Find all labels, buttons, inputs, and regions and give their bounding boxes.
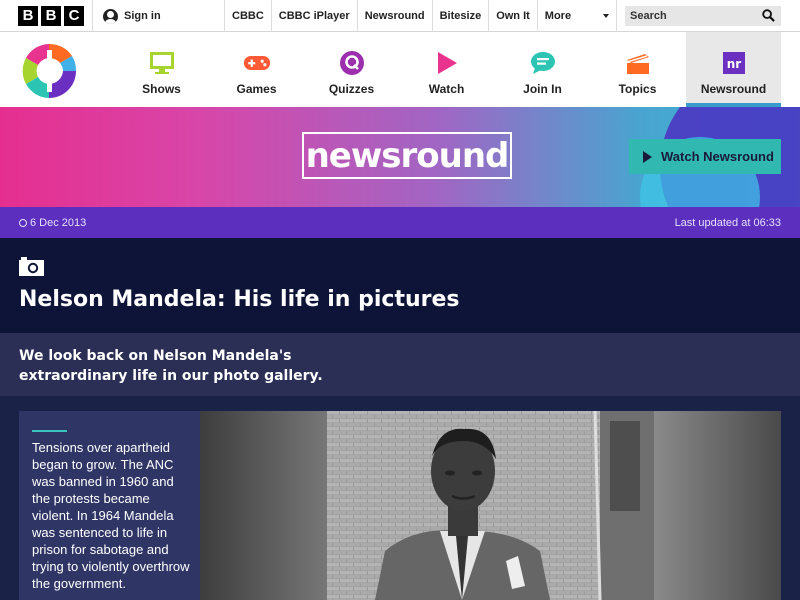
article-date: 6 Dec 2013 bbox=[19, 217, 86, 229]
nav-item-shows[interactable]: Shows bbox=[114, 32, 209, 107]
article-summary: We look back on Nelson Mandela's extraor… bbox=[0, 333, 800, 396]
summary-text: We look back on Nelson Mandela's extraor… bbox=[19, 348, 323, 384]
more-label: More bbox=[544, 10, 572, 22]
gallery-photo[interactable] bbox=[200, 411, 781, 600]
bbc-nav: CBBC CBBC iPlayer Newsround Bitesize Own… bbox=[224, 0, 617, 32]
stack-icon bbox=[624, 49, 652, 77]
headline-area: Nelson Mandela: His life in pictures bbox=[0, 238, 800, 333]
newsround-logo[interactable]: newsround bbox=[302, 132, 512, 179]
cbbc-nav: Shows Games Quizzes Watch Join In Topics… bbox=[0, 32, 800, 107]
nav-label: Shows bbox=[142, 82, 181, 96]
nav-label: Quizzes bbox=[328, 82, 375, 96]
gamepad-icon bbox=[243, 49, 271, 77]
date-strip: 6 Dec 2013 Last updated at 06:33 bbox=[0, 207, 800, 238]
bbc-nav-bitesize[interactable]: Bitesize bbox=[431, 0, 489, 32]
newsround-banner: newsround Watch Newsround bbox=[0, 107, 800, 207]
watch-newsround-button[interactable]: Watch Newsround bbox=[629, 139, 781, 174]
tv-icon bbox=[148, 49, 176, 77]
sign-in-label: Sign in bbox=[124, 10, 161, 22]
bbc-logo[interactable]: B B C bbox=[18, 6, 84, 26]
bbc-logo-letter: B bbox=[41, 6, 61, 26]
nav-label: Newsround bbox=[700, 82, 767, 96]
search-icon[interactable] bbox=[762, 9, 775, 22]
nav-label: Topics bbox=[618, 82, 657, 96]
chevron-down-icon bbox=[602, 14, 609, 18]
bbc-nav-more[interactable]: More bbox=[536, 0, 617, 32]
search-box bbox=[625, 6, 781, 26]
nav-item-quizzes[interactable]: Quizzes bbox=[304, 32, 399, 107]
bbc-logo-letter: C bbox=[64, 6, 84, 26]
watch-newsround-label: Watch Newsround bbox=[661, 149, 774, 164]
bbc-nav-cbbc[interactable]: CBBC bbox=[224, 0, 271, 32]
svg-text:nr: nr bbox=[726, 57, 741, 71]
cbbc-logo[interactable] bbox=[18, 40, 80, 102]
nav-label: Watch bbox=[428, 82, 465, 96]
divider bbox=[92, 0, 93, 32]
user-icon bbox=[103, 8, 118, 24]
clock-icon bbox=[19, 219, 27, 227]
quiz-icon bbox=[338, 49, 366, 77]
play-icon bbox=[433, 49, 461, 77]
date-label: 6 Dec 2013 bbox=[30, 217, 87, 229]
last-updated: Last updated at 06:33 bbox=[674, 217, 781, 229]
bbc-logo-letter: B bbox=[18, 6, 38, 26]
page-title: Nelson Mandela: His life in pictures bbox=[19, 287, 460, 312]
nav-item-games[interactable]: Games bbox=[209, 32, 304, 107]
bbc-top-bar: B B C Sign in CBBC CBBC iPlayer Newsroun… bbox=[0, 0, 800, 32]
nav-label: Games bbox=[236, 82, 277, 96]
bbc-nav-own-it[interactable]: Own It bbox=[488, 0, 537, 32]
gallery-caption: Tensions over apartheid began to grow. T… bbox=[19, 411, 200, 600]
nav-item-topics[interactable]: Topics bbox=[590, 32, 685, 107]
nav-label: Join In bbox=[523, 82, 562, 96]
bbc-nav-cbbc-iplayer[interactable]: CBBC iPlayer bbox=[270, 0, 357, 32]
caption-text: Tensions over apartheid began to grow. T… bbox=[32, 440, 190, 591]
nav-item-watch[interactable]: Watch bbox=[399, 32, 494, 107]
sign-in-link[interactable]: Sign in bbox=[103, 0, 161, 32]
newsround-icon: nr bbox=[720, 49, 748, 77]
search-input[interactable] bbox=[630, 10, 758, 22]
nav-item-join-in[interactable]: Join In bbox=[495, 32, 590, 107]
play-icon bbox=[643, 150, 652, 163]
bbc-nav-newsround[interactable]: Newsround bbox=[356, 0, 432, 32]
caption-rule bbox=[32, 430, 67, 432]
chat-icon bbox=[529, 49, 557, 77]
nav-item-newsround[interactable]: nr Newsround bbox=[686, 32, 781, 107]
camera-icon bbox=[19, 257, 44, 276]
